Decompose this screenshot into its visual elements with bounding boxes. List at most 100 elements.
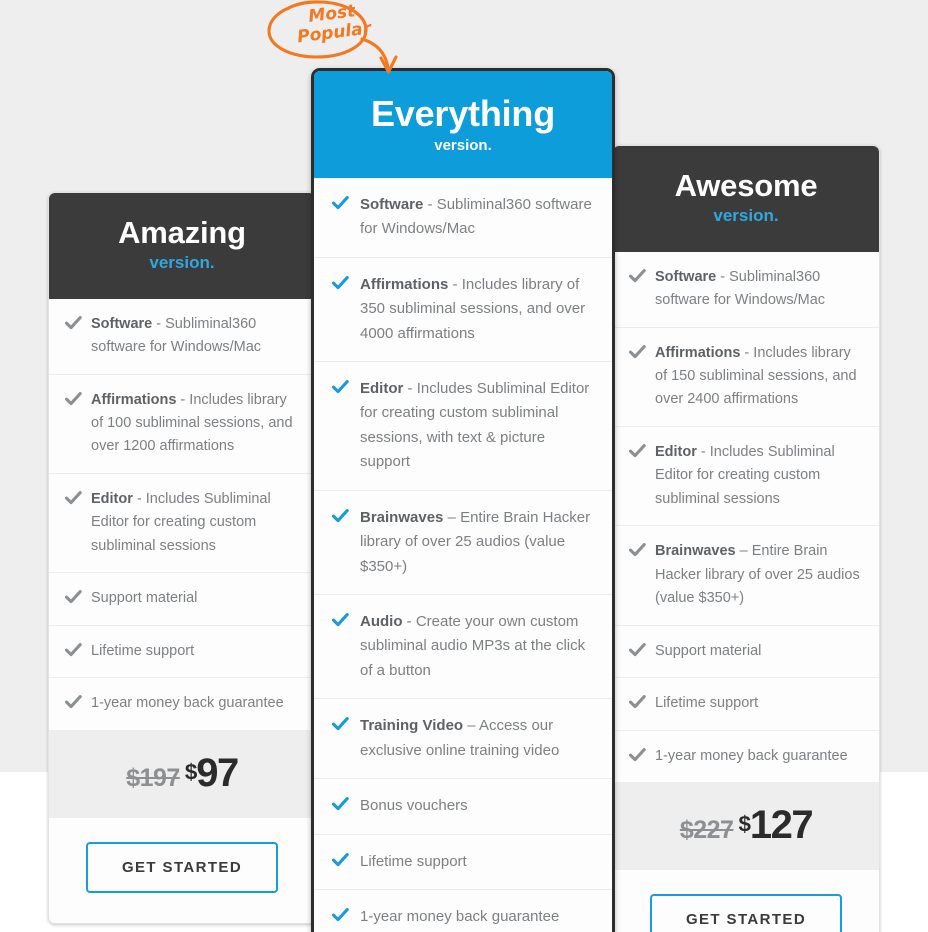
feature-text: Affirmations - Includes library of 100 s… [91, 391, 293, 455]
feature-separator: – [735, 543, 752, 560]
check-icon [629, 543, 655, 557]
feature-separator: - [448, 275, 462, 293]
feature-separator: – [463, 717, 479, 735]
card-header-amazing: Amazing version. [49, 193, 315, 299]
check-icon [332, 508, 360, 523]
check-icon [65, 315, 91, 330]
feature-item: Audio - Create your own custom sublimina… [314, 595, 612, 700]
feature-text: Software - Subliminal360 software for Wi… [360, 195, 592, 238]
feature-label: Editor [91, 490, 133, 507]
feature-item: Software - Subliminal360 software for Wi… [49, 299, 315, 375]
feature-text: Training Video – Access our exclusive on… [360, 717, 560, 759]
feature-text: Support material [91, 590, 198, 607]
feature-separator: - [740, 344, 754, 361]
feature-label: Audio [360, 613, 403, 631]
badge-line-1: Most [307, 1, 357, 27]
pricing-card-awesome[interactable]: Awesome version. Software - Subliminal36… [612, 145, 880, 932]
plan-name-amazing: Amazing [118, 215, 246, 250]
check-icon [332, 195, 360, 210]
plan-subtitle-awesome: version. [713, 205, 779, 225]
check-icon [332, 797, 360, 811]
feature-list-amazing: Software - Subliminal360 software for Wi… [49, 299, 315, 730]
feature-item: 1-year money back guarantee [613, 731, 879, 782]
feature-separator: - [716, 268, 730, 285]
check-icon [332, 717, 360, 731]
check-icon [332, 908, 360, 922]
currency-symbol: $ [184, 759, 197, 785]
plan-name-everything: Everything [370, 93, 556, 134]
feature-item: Brainwaves – Entire Brain Hacker library… [314, 491, 612, 596]
feature-separator: - [423, 195, 437, 213]
feature-text: Editor - Includes Subliminal Editor for … [91, 490, 271, 554]
plan-subtitle-everything: version. [434, 136, 492, 154]
feature-item: Affirmations - Includes library of 100 s… [49, 375, 315, 474]
check-icon [629, 747, 655, 762]
card-header-everything: Everything version. [314, 71, 612, 178]
feature-separator: - [152, 315, 166, 332]
feature-separator: - [132, 490, 146, 507]
plan-name-awesome: Awesome [674, 168, 818, 203]
badge-text: Most Popular [281, 0, 385, 48]
feature-label: Brainwaves [360, 508, 444, 526]
check-icon [65, 391, 91, 406]
feature-text: Lifetime support [91, 642, 195, 659]
feature-list-everything: Software - Subliminal360 software for Wi… [314, 178, 612, 932]
feature-text: 1-year money back guarantee [655, 747, 848, 764]
check-icon [629, 344, 655, 359]
check-icon [65, 590, 91, 604]
check-icon [65, 695, 91, 709]
feature-label: Software [360, 195, 424, 213]
feature-item: Training Video – Access our exclusive on… [314, 699, 612, 780]
feature-label: Training Video [360, 717, 464, 735]
check-icon [629, 642, 655, 657]
feature-item: 1-year money back guarantee [314, 890, 612, 932]
pricing-card-amazing[interactable]: Amazing version. Software - Subliminal36… [48, 192, 316, 924]
feature-separator: - [696, 443, 710, 460]
check-icon [65, 491, 91, 505]
feature-separator: - [403, 379, 417, 397]
feature-text: 1-year money back guarantee [360, 908, 560, 926]
feature-item: Support material [49, 573, 315, 626]
price-old-amazing: $197 [126, 763, 180, 792]
price-old-awesome: $227 [679, 816, 734, 845]
pricing-card-everything[interactable]: Everything version. Software - Sublimina… [311, 68, 615, 932]
cta-wrap-amazing: GET STARTED [49, 817, 315, 923]
feature-item: Lifetime support [49, 626, 315, 679]
feature-text: Lifetime support [360, 852, 467, 870]
card-header-awesome: Awesome version. [613, 146, 879, 252]
feature-text: Software - Subliminal360 software for Wi… [655, 268, 826, 309]
feature-text: 1-year money back guarantee [91, 695, 284, 712]
feature-text: Affirmations - Includes library of 350 s… [360, 275, 586, 342]
price-row-awesome: $227 $127 [613, 782, 879, 871]
feature-text: Lifetime support [655, 695, 759, 712]
feature-item: Software - Subliminal360 software for Wi… [314, 178, 612, 258]
feature-item: Editor - Includes Subliminal Editor for … [49, 474, 315, 574]
badge-line-2: Popular [296, 18, 373, 48]
feature-label: Software [91, 315, 153, 332]
feature-item: Bonus vouchers [314, 779, 612, 835]
price-row-amazing: $197 $97 [49, 729, 315, 818]
check-icon [332, 380, 360, 394]
check-icon [629, 444, 655, 458]
feature-label: Software [655, 268, 717, 285]
price-amount: 127 [749, 803, 814, 848]
feature-item: Software - Subliminal360 software for Wi… [613, 252, 879, 328]
feature-text: Audio - Create your own custom sublimina… [360, 613, 586, 679]
get-started-button-awesome[interactable]: GET STARTED [650, 894, 842, 932]
feature-item: Lifetime support [613, 678, 879, 731]
feature-item: Brainwaves – Entire Brain Hacker library… [613, 526, 879, 626]
feature-label: Brainwaves [655, 543, 736, 560]
feature-label: Affirmations [360, 275, 449, 293]
feature-text: Brainwaves – Entire Brain Hacker library… [655, 543, 860, 607]
feature-text: Editor - Includes Subliminal Editor for … [655, 443, 835, 507]
get-started-button-amazing[interactable]: GET STARTED [86, 841, 278, 893]
check-icon [332, 613, 360, 627]
feature-label: Editor [655, 443, 697, 460]
feature-item: 1-year money back guarantee [49, 678, 315, 729]
feature-text: Support material [655, 642, 762, 659]
feature-label: Affirmations [91, 391, 177, 408]
price-new-awesome: $127 [738, 803, 814, 848]
feature-separator: – [443, 508, 461, 526]
check-icon [332, 852, 360, 867]
pricing-table: Amazing version. Software - Subliminal36… [0, 0, 928, 932]
